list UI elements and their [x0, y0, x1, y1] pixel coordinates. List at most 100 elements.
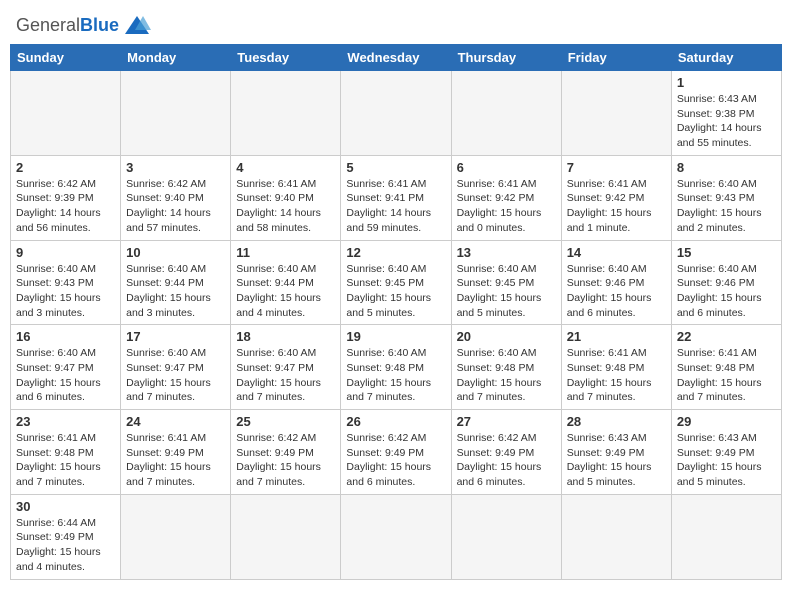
- day-cell: 10 Sunrise: 6:40 AM Sunset: 9:44 PM Dayli…: [121, 240, 231, 325]
- day-cell: [561, 494, 671, 579]
- day-cell: 16 Sunrise: 6:40 AM Sunset: 9:47 PM Dayli…: [11, 325, 121, 410]
- day-info: Sunrise: 6:40 AM Sunset: 9:45 PM Dayligh…: [346, 262, 445, 321]
- day-number: 13: [457, 245, 556, 260]
- day-cell: 11 Sunrise: 6:40 AM Sunset: 9:44 PM Dayli…: [231, 240, 341, 325]
- day-info: Sunrise: 6:42 AM Sunset: 9:49 PM Dayligh…: [236, 431, 335, 490]
- day-cell: 29Sunrise: 6:43 AM Sunset: 9:49 PM Dayli…: [671, 410, 781, 495]
- day-cell: [451, 71, 561, 156]
- day-cell: 14 Sunrise: 6:40 AM Sunset: 9:46 PM Dayli…: [561, 240, 671, 325]
- day-info: Sunrise: 6:42 AM Sunset: 9:49 PM Dayligh…: [457, 431, 556, 490]
- day-cell: [341, 71, 451, 156]
- day-cell: 15 Sunrise: 6:40 AM Sunset: 9:46 PM Dayli…: [671, 240, 781, 325]
- header-day-saturday: Saturday: [671, 45, 781, 71]
- day-cell: 20Sunrise: 6:40 AM Sunset: 9:48 PM Dayli…: [451, 325, 561, 410]
- day-cell: 25Sunrise: 6:42 AM Sunset: 9:49 PM Dayli…: [231, 410, 341, 495]
- header-day-monday: Monday: [121, 45, 231, 71]
- header-day-thursday: Thursday: [451, 45, 561, 71]
- logo: GeneralBlue: [16, 14, 151, 36]
- day-cell: 2 Sunrise: 6:42 AM Sunset: 9:39 PM Daylig…: [11, 155, 121, 240]
- day-cell: [231, 494, 341, 579]
- day-number: 5: [346, 160, 445, 175]
- header: GeneralBlue: [10, 10, 782, 40]
- day-number: 1: [677, 75, 776, 90]
- day-number: 29: [677, 414, 776, 429]
- day-number: 16: [16, 329, 115, 344]
- day-info: Sunrise: 6:43 AM Sunset: 9:38 PM Dayligh…: [677, 92, 776, 151]
- day-cell: [11, 71, 121, 156]
- day-cell: 24Sunrise: 6:41 AM Sunset: 9:49 PM Dayli…: [121, 410, 231, 495]
- week-row-6: 30 Sunrise: 6:44 AM Sunset: 9:49 PM Dayli…: [11, 494, 782, 579]
- day-number: 17: [126, 329, 225, 344]
- day-cell: 1 Sunrise: 6:43 AM Sunset: 9:38 PM Daylig…: [671, 71, 781, 156]
- day-info: Sunrise: 6:40 AM Sunset: 9:46 PM Dayligh…: [677, 262, 776, 321]
- day-number: 3: [126, 160, 225, 175]
- day-info: Sunrise: 6:41 AM Sunset: 9:42 PM Dayligh…: [567, 177, 666, 236]
- day-cell: 6 Sunrise: 6:41 AM Sunset: 9:42 PM Daylig…: [451, 155, 561, 240]
- day-number: 14: [567, 245, 666, 260]
- day-info: Sunrise: 6:41 AM Sunset: 9:48 PM Dayligh…: [677, 346, 776, 405]
- calendar-header-row: SundayMondayTuesdayWednesdayThursdayFrid…: [11, 45, 782, 71]
- day-cell: [451, 494, 561, 579]
- day-info: Sunrise: 6:40 AM Sunset: 9:48 PM Dayligh…: [457, 346, 556, 405]
- week-row-4: 16 Sunrise: 6:40 AM Sunset: 9:47 PM Dayli…: [11, 325, 782, 410]
- day-cell: 9 Sunrise: 6:40 AM Sunset: 9:43 PM Daylig…: [11, 240, 121, 325]
- day-info: Sunrise: 6:41 AM Sunset: 9:40 PM Dayligh…: [236, 177, 335, 236]
- day-cell: 4 Sunrise: 6:41 AM Sunset: 9:40 PM Daylig…: [231, 155, 341, 240]
- day-info: Sunrise: 6:44 AM Sunset: 9:49 PM Dayligh…: [16, 516, 115, 575]
- day-cell: 3 Sunrise: 6:42 AM Sunset: 9:40 PM Daylig…: [121, 155, 231, 240]
- day-info: Sunrise: 6:40 AM Sunset: 9:44 PM Dayligh…: [236, 262, 335, 321]
- day-cell: 27Sunrise: 6:42 AM Sunset: 9:49 PM Dayli…: [451, 410, 561, 495]
- calendar: SundayMondayTuesdayWednesdayThursdayFrid…: [10, 44, 782, 580]
- day-number: 30: [16, 499, 115, 514]
- day-info: Sunrise: 6:42 AM Sunset: 9:40 PM Dayligh…: [126, 177, 225, 236]
- week-row-1: 1 Sunrise: 6:43 AM Sunset: 9:38 PM Daylig…: [11, 71, 782, 156]
- week-row-5: 23 Sunrise: 6:41 AM Sunset: 9:48 PM Dayli…: [11, 410, 782, 495]
- day-info: Sunrise: 6:40 AM Sunset: 9:44 PM Dayligh…: [126, 262, 225, 321]
- day-info: Sunrise: 6:40 AM Sunset: 9:46 PM Dayligh…: [567, 262, 666, 321]
- day-number: 2: [16, 160, 115, 175]
- day-cell: 12 Sunrise: 6:40 AM Sunset: 9:45 PM Dayli…: [341, 240, 451, 325]
- day-cell: 30 Sunrise: 6:44 AM Sunset: 9:49 PM Dayli…: [11, 494, 121, 579]
- day-number: 23: [16, 414, 115, 429]
- day-number: 18: [236, 329, 335, 344]
- day-info: Sunrise: 6:41 AM Sunset: 9:41 PM Dayligh…: [346, 177, 445, 236]
- day-cell: [341, 494, 451, 579]
- day-number: 26: [346, 414, 445, 429]
- day-number: 10: [126, 245, 225, 260]
- day-number: 19: [346, 329, 445, 344]
- day-info: Sunrise: 6:42 AM Sunset: 9:49 PM Dayligh…: [346, 431, 445, 490]
- day-number: 7: [567, 160, 666, 175]
- day-info: Sunrise: 6:41 AM Sunset: 9:48 PM Dayligh…: [16, 431, 115, 490]
- day-number: 15: [677, 245, 776, 260]
- day-cell: [561, 71, 671, 156]
- day-cell: 23 Sunrise: 6:41 AM Sunset: 9:48 PM Dayli…: [11, 410, 121, 495]
- day-number: 6: [457, 160, 556, 175]
- day-cell: 17 Sunrise: 6:40 AM Sunset: 9:47 PM Dayli…: [121, 325, 231, 410]
- day-cell: 5 Sunrise: 6:41 AM Sunset: 9:41 PM Daylig…: [341, 155, 451, 240]
- day-info: Sunrise: 6:41 AM Sunset: 9:48 PM Dayligh…: [567, 346, 666, 405]
- day-cell: 18 Sunrise: 6:40 AM Sunset: 9:47 PM Dayli…: [231, 325, 341, 410]
- day-info: Sunrise: 6:43 AM Sunset: 9:49 PM Dayligh…: [567, 431, 666, 490]
- day-cell: 19Sunrise: 6:40 AM Sunset: 9:48 PM Dayli…: [341, 325, 451, 410]
- day-info: Sunrise: 6:41 AM Sunset: 9:42 PM Dayligh…: [457, 177, 556, 236]
- header-day-wednesday: Wednesday: [341, 45, 451, 71]
- day-info: Sunrise: 6:40 AM Sunset: 9:45 PM Dayligh…: [457, 262, 556, 321]
- day-cell: 8Sunrise: 6:40 AM Sunset: 9:43 PM Daylig…: [671, 155, 781, 240]
- day-cell: [231, 71, 341, 156]
- day-info: Sunrise: 6:40 AM Sunset: 9:43 PM Dayligh…: [16, 262, 115, 321]
- day-number: 4: [236, 160, 335, 175]
- day-info: Sunrise: 6:40 AM Sunset: 9:47 PM Dayligh…: [236, 346, 335, 405]
- logo-text: GeneralBlue: [16, 15, 119, 36]
- week-row-2: 2 Sunrise: 6:42 AM Sunset: 9:39 PM Daylig…: [11, 155, 782, 240]
- header-day-friday: Friday: [561, 45, 671, 71]
- day-info: Sunrise: 6:42 AM Sunset: 9:39 PM Dayligh…: [16, 177, 115, 236]
- day-number: 9: [16, 245, 115, 260]
- day-info: Sunrise: 6:40 AM Sunset: 9:47 PM Dayligh…: [16, 346, 115, 405]
- day-cell: 21Sunrise: 6:41 AM Sunset: 9:48 PM Dayli…: [561, 325, 671, 410]
- day-info: Sunrise: 6:40 AM Sunset: 9:47 PM Dayligh…: [126, 346, 225, 405]
- day-number: 12: [346, 245, 445, 260]
- day-number: 24: [126, 414, 225, 429]
- day-number: 11: [236, 245, 335, 260]
- day-cell: 7 Sunrise: 6:41 AM Sunset: 9:42 PM Daylig…: [561, 155, 671, 240]
- day-cell: [121, 494, 231, 579]
